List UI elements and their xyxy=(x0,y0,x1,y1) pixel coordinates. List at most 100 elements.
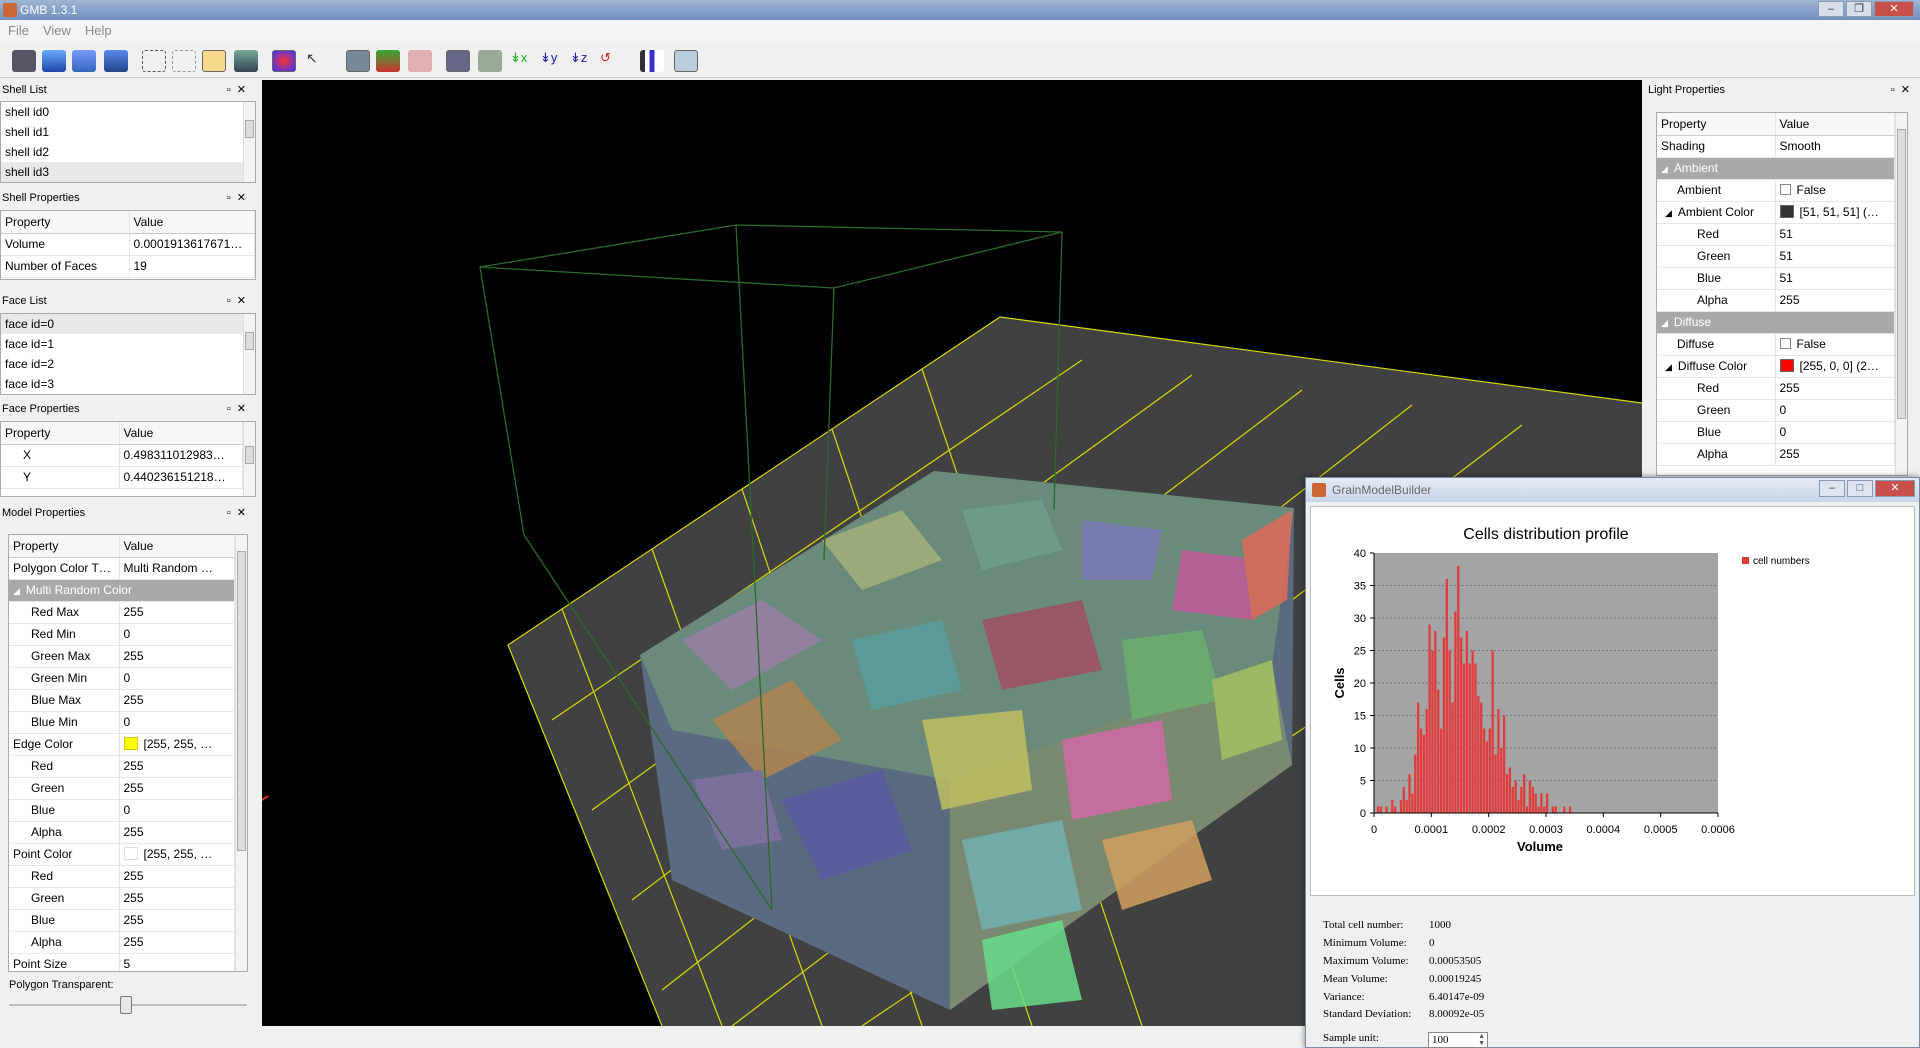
slider-handle[interactable] xyxy=(120,996,132,1014)
prop-value[interactable]: 255 xyxy=(1775,377,1895,400)
prop-value[interactable]: 19 xyxy=(129,255,255,278)
dock-float-close-icon[interactable]: ▫✕ xyxy=(227,400,252,418)
dock-float-close-icon[interactable]: ▫✕ xyxy=(227,81,252,99)
prop-value[interactable]: 51 xyxy=(1775,267,1895,290)
prop-value[interactable]: 255 xyxy=(119,931,235,954)
shell-select-icon[interactable] xyxy=(376,50,400,72)
collapse-arrow-icon[interactable]: ◢ xyxy=(1665,362,1672,372)
axis-view-icon[interactable] xyxy=(446,50,470,72)
spin-arrows-icon[interactable]: ▲ ▼ xyxy=(1478,1033,1485,1047)
menu-view[interactable]: View xyxy=(43,20,71,42)
prop-value[interactable]: 255 xyxy=(119,887,235,910)
wireframe-mode-icon[interactable] xyxy=(172,50,196,72)
shading-select[interactable]: Smooth xyxy=(1775,135,1895,158)
edge-color-value[interactable]: [255, 255, … xyxy=(119,733,235,756)
dialog-close-button[interactable]: ✕ xyxy=(1875,480,1915,497)
solid-mode-icon[interactable] xyxy=(234,50,258,72)
hand-pan-icon[interactable] xyxy=(346,50,370,72)
surface-mode-icon[interactable] xyxy=(202,50,226,72)
prop-value[interactable]: 255 xyxy=(119,777,235,800)
list-item[interactable]: face id=0 xyxy=(1,314,255,334)
prop-value[interactable]: 0 xyxy=(119,711,235,734)
diffuse-color-value[interactable]: [255, 0, 0] (2… xyxy=(1775,355,1895,378)
menu-help[interactable]: Help xyxy=(85,20,112,42)
restore-button[interactable]: ❐ xyxy=(1846,1,1872,17)
scrollbar[interactable] xyxy=(1895,113,1907,475)
prop-value[interactable]: 0 xyxy=(119,623,235,646)
prop-value[interactable]: 0 xyxy=(1775,421,1895,444)
dialog-maximize-button[interactable]: □ xyxy=(1847,480,1873,497)
rotate-icon[interactable]: ↺ xyxy=(600,50,624,72)
chart-title: Cells distribution profile xyxy=(1463,526,1629,543)
checkbox[interactable] xyxy=(1779,184,1791,195)
scrollbar[interactable] xyxy=(243,102,255,182)
prop-value[interactable]: 5 xyxy=(119,953,235,971)
checkbox[interactable] xyxy=(1779,338,1791,349)
prop-value[interactable]: 255 xyxy=(119,645,235,668)
points-mode-icon[interactable] xyxy=(142,50,166,72)
export-icon[interactable] xyxy=(72,50,96,72)
histogram-bar xyxy=(1517,800,1520,813)
prop-value[interactable]: 255 xyxy=(1775,443,1895,466)
prop-value[interactable]: 255 xyxy=(119,601,235,624)
prop-value[interactable]: 51 xyxy=(1775,223,1895,246)
screenshot-icon[interactable] xyxy=(674,50,698,72)
collapse-arrow-icon[interactable]: ◢ xyxy=(1665,208,1672,218)
menu-file[interactable]: File xyxy=(8,20,29,42)
prop-value[interactable]: 0.440236151218… xyxy=(119,466,243,489)
dock-float-close-icon[interactable]: ▫✕ xyxy=(227,292,252,310)
cursor-select-icon[interactable]: ↖ xyxy=(306,50,330,72)
prop-name: Alpha xyxy=(1657,289,1776,312)
ambient-color-value[interactable]: [51, 51, 51] (… xyxy=(1775,201,1895,224)
list-item[interactable]: shell id0 xyxy=(1,102,255,122)
prop-value[interactable]: 0 xyxy=(119,667,235,690)
prop-value[interactable]: 0 xyxy=(119,799,235,822)
list-item[interactable]: shell id3 xyxy=(1,162,255,182)
scrollbar[interactable] xyxy=(243,422,255,496)
axis-z-icon[interactable]: ↡z xyxy=(570,50,594,72)
scrollbar[interactable] xyxy=(243,314,255,394)
list-item[interactable]: face id=2 xyxy=(1,354,255,374)
prop-value[interactable]: 255 xyxy=(119,755,235,778)
col-header: Property xyxy=(1,422,120,445)
histogram-icon[interactable] xyxy=(640,50,664,72)
group-diffuse[interactable]: ◢ Diffuse xyxy=(1657,311,1895,334)
list-item[interactable]: face id=1 xyxy=(1,334,255,354)
face-select-icon[interactable] xyxy=(408,50,432,72)
prop-value[interactable]: 255 xyxy=(119,821,235,844)
axis-y-icon[interactable]: ↡y xyxy=(540,50,564,72)
diffuse-checkbox[interactable]: False xyxy=(1775,333,1895,356)
minimize-button[interactable]: – xyxy=(1818,1,1844,17)
save-icon[interactable] xyxy=(104,50,128,72)
prop-value[interactable]: 255 xyxy=(119,909,235,932)
prop-value[interactable]: 0 xyxy=(1775,399,1895,422)
dock-float-close-icon[interactable]: ▫✕ xyxy=(227,189,252,207)
prop-value[interactable]: 255 xyxy=(119,865,235,888)
close-button[interactable]: ✕ xyxy=(1874,1,1914,17)
stat-value: 1000 xyxy=(1429,919,1451,931)
polygon-color-type-select[interactable]: Multi Random … xyxy=(119,557,235,580)
rotate-x-icon[interactable] xyxy=(478,50,502,72)
color-value-text: [255, 255, … xyxy=(143,737,213,751)
point-color-value[interactable]: [255, 255, … xyxy=(119,843,235,866)
sample-unit-spinbox[interactable]: 100 ▲ ▼ xyxy=(1428,1032,1488,1048)
scrollbar[interactable] xyxy=(235,535,247,971)
list-item[interactable]: shell id1 xyxy=(1,122,255,142)
open-model-icon[interactable] xyxy=(12,50,36,72)
group-multi-random-color[interactable]: ◢ Multi Random Color xyxy=(9,579,235,602)
prop-value[interactable]: 255 xyxy=(119,689,235,712)
prop-value[interactable]: 0.498311012983… xyxy=(119,444,243,467)
list-item[interactable]: face id=3 xyxy=(1,374,255,394)
import-icon[interactable] xyxy=(42,50,66,72)
group-ambient[interactable]: ◢ Ambient xyxy=(1657,157,1895,180)
prop-value[interactable]: 51 xyxy=(1775,245,1895,268)
dialog-minimize-button[interactable]: – xyxy=(1819,480,1845,497)
list-item[interactable]: shell id2 xyxy=(1,142,255,162)
dock-float-close-icon[interactable]: ▫✕ xyxy=(1891,81,1916,99)
prop-value[interactable]: 255 xyxy=(1775,289,1895,312)
ambient-checkbox[interactable]: False xyxy=(1775,179,1895,202)
dock-float-close-icon[interactable]: ▫✕ xyxy=(227,504,252,522)
prop-value[interactable]: 0.0001913617671… xyxy=(129,233,255,256)
color-wheel-icon[interactable] xyxy=(272,50,296,72)
axis-x-icon[interactable]: ↡x xyxy=(510,50,534,72)
